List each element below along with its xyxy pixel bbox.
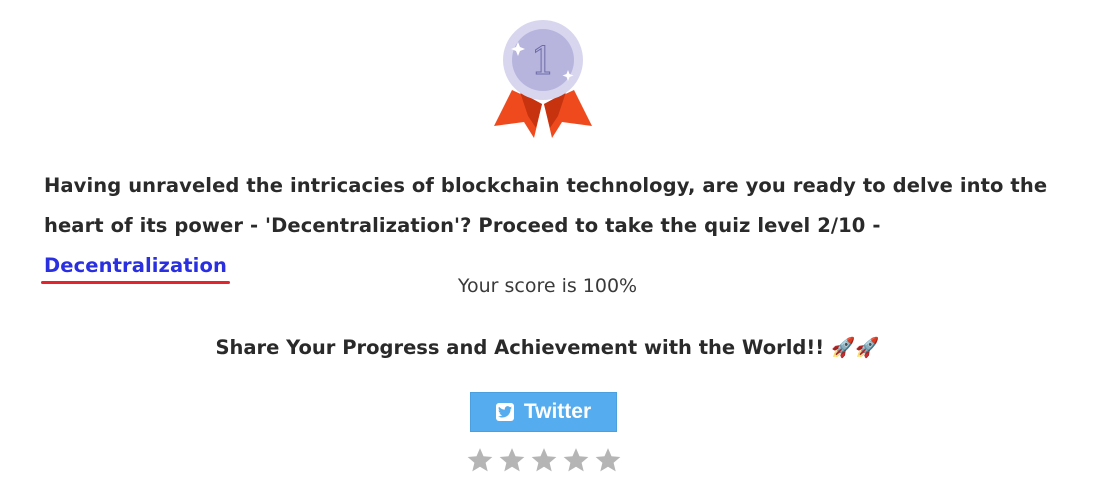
- rocket-emoji-icon: 🚀🚀: [830, 336, 880, 359]
- twitter-button-label: Twitter: [523, 400, 592, 423]
- twitter-share-button[interactable]: Twitter: [470, 392, 617, 432]
- medal-icon: 1: [494, 20, 592, 138]
- star-icon[interactable]: [530, 446, 558, 474]
- message-text: Having unraveled the intricacies of bloc…: [44, 174, 1048, 237]
- next-quiz-message: Having unraveled the intricacies of bloc…: [41, 166, 1054, 286]
- star-icon[interactable]: [466, 446, 494, 474]
- twitter-icon: [495, 403, 514, 421]
- medal-badge: 1: [490, 18, 596, 146]
- star-icon[interactable]: [594, 446, 622, 474]
- share-text: Share Your Progress and Achievement with…: [215, 336, 831, 359]
- star-icon[interactable]: [498, 446, 526, 474]
- star-rating[interactable]: [466, 446, 626, 474]
- star-icon[interactable]: [562, 446, 590, 474]
- medal-number: 1: [531, 39, 555, 83]
- score-text: Your score is 100%: [457, 275, 638, 297]
- share-heading: Share Your Progress and Achievement with…: [0, 336, 1095, 359]
